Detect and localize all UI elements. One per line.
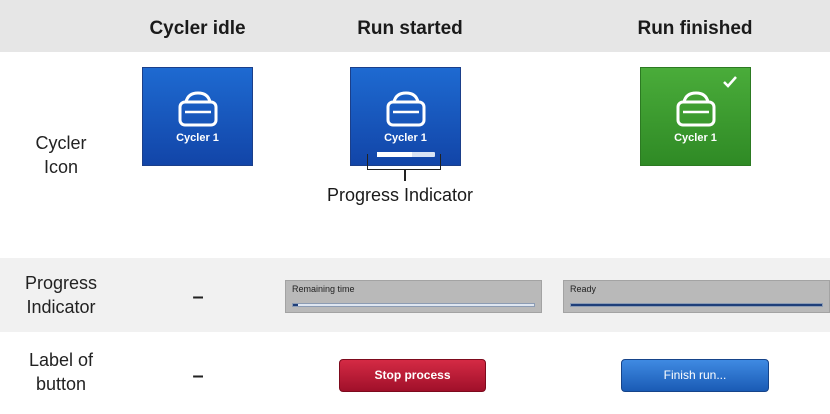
row-label-progress-indicator: Progress Indicator: [0, 271, 122, 319]
stop-process-button[interactable]: Stop process: [339, 359, 486, 392]
cycler-tile-finished[interactable]: Cycler 1: [640, 67, 751, 166]
finish-run-button[interactable]: Finish run...: [621, 359, 769, 392]
cycler-name: Cycler 1: [176, 132, 219, 144]
row-label-line: Icon: [43, 157, 79, 177]
row-label-button: Label of button: [0, 348, 122, 396]
progress-bar-text: Ready: [570, 284, 597, 294]
column-header-idle: Cycler idle: [149, 18, 246, 39]
callout-stem: [404, 170, 406, 181]
row-label-line: Label of: [28, 350, 94, 370]
empty-button-dash: –: [192, 365, 204, 387]
row-label-line: button: [35, 374, 87, 394]
cycler-icon: [676, 91, 715, 127]
callout-label: Progress Indicator: [326, 185, 474, 205]
row-label-line: Cycler: [35, 133, 87, 153]
progress-bar-track: [570, 303, 823, 307]
cycler-icon: [178, 91, 217, 127]
empty-progress-dash: –: [192, 286, 204, 308]
column-header-started: Run started: [357, 18, 463, 39]
check-icon: [723, 76, 737, 88]
progress-bar-fill: [293, 304, 298, 306]
progress-bar-started: Remaining time: [285, 280, 542, 313]
row-label-line: Progress: [24, 273, 98, 293]
cycler-name: Cycler 1: [674, 132, 717, 144]
column-header-finished: Run finished: [637, 18, 753, 39]
progress-bar-track: [292, 303, 535, 307]
row-label-line: Indicator: [26, 297, 96, 317]
callout-bracket: [367, 154, 441, 170]
cycler-name: Cycler 1: [384, 132, 427, 144]
cycler-tile-idle[interactable]: Cycler 1: [142, 67, 253, 166]
cycler-icon: [386, 91, 425, 127]
progress-bar-fill: [571, 304, 822, 306]
progress-bar-finished: Ready: [563, 280, 830, 313]
progress-bar-text: Remaining time: [292, 284, 355, 294]
row-label-cycler-icon: Cycler Icon: [0, 131, 122, 179]
cycler-tile-started[interactable]: Cycler 1: [350, 67, 461, 166]
